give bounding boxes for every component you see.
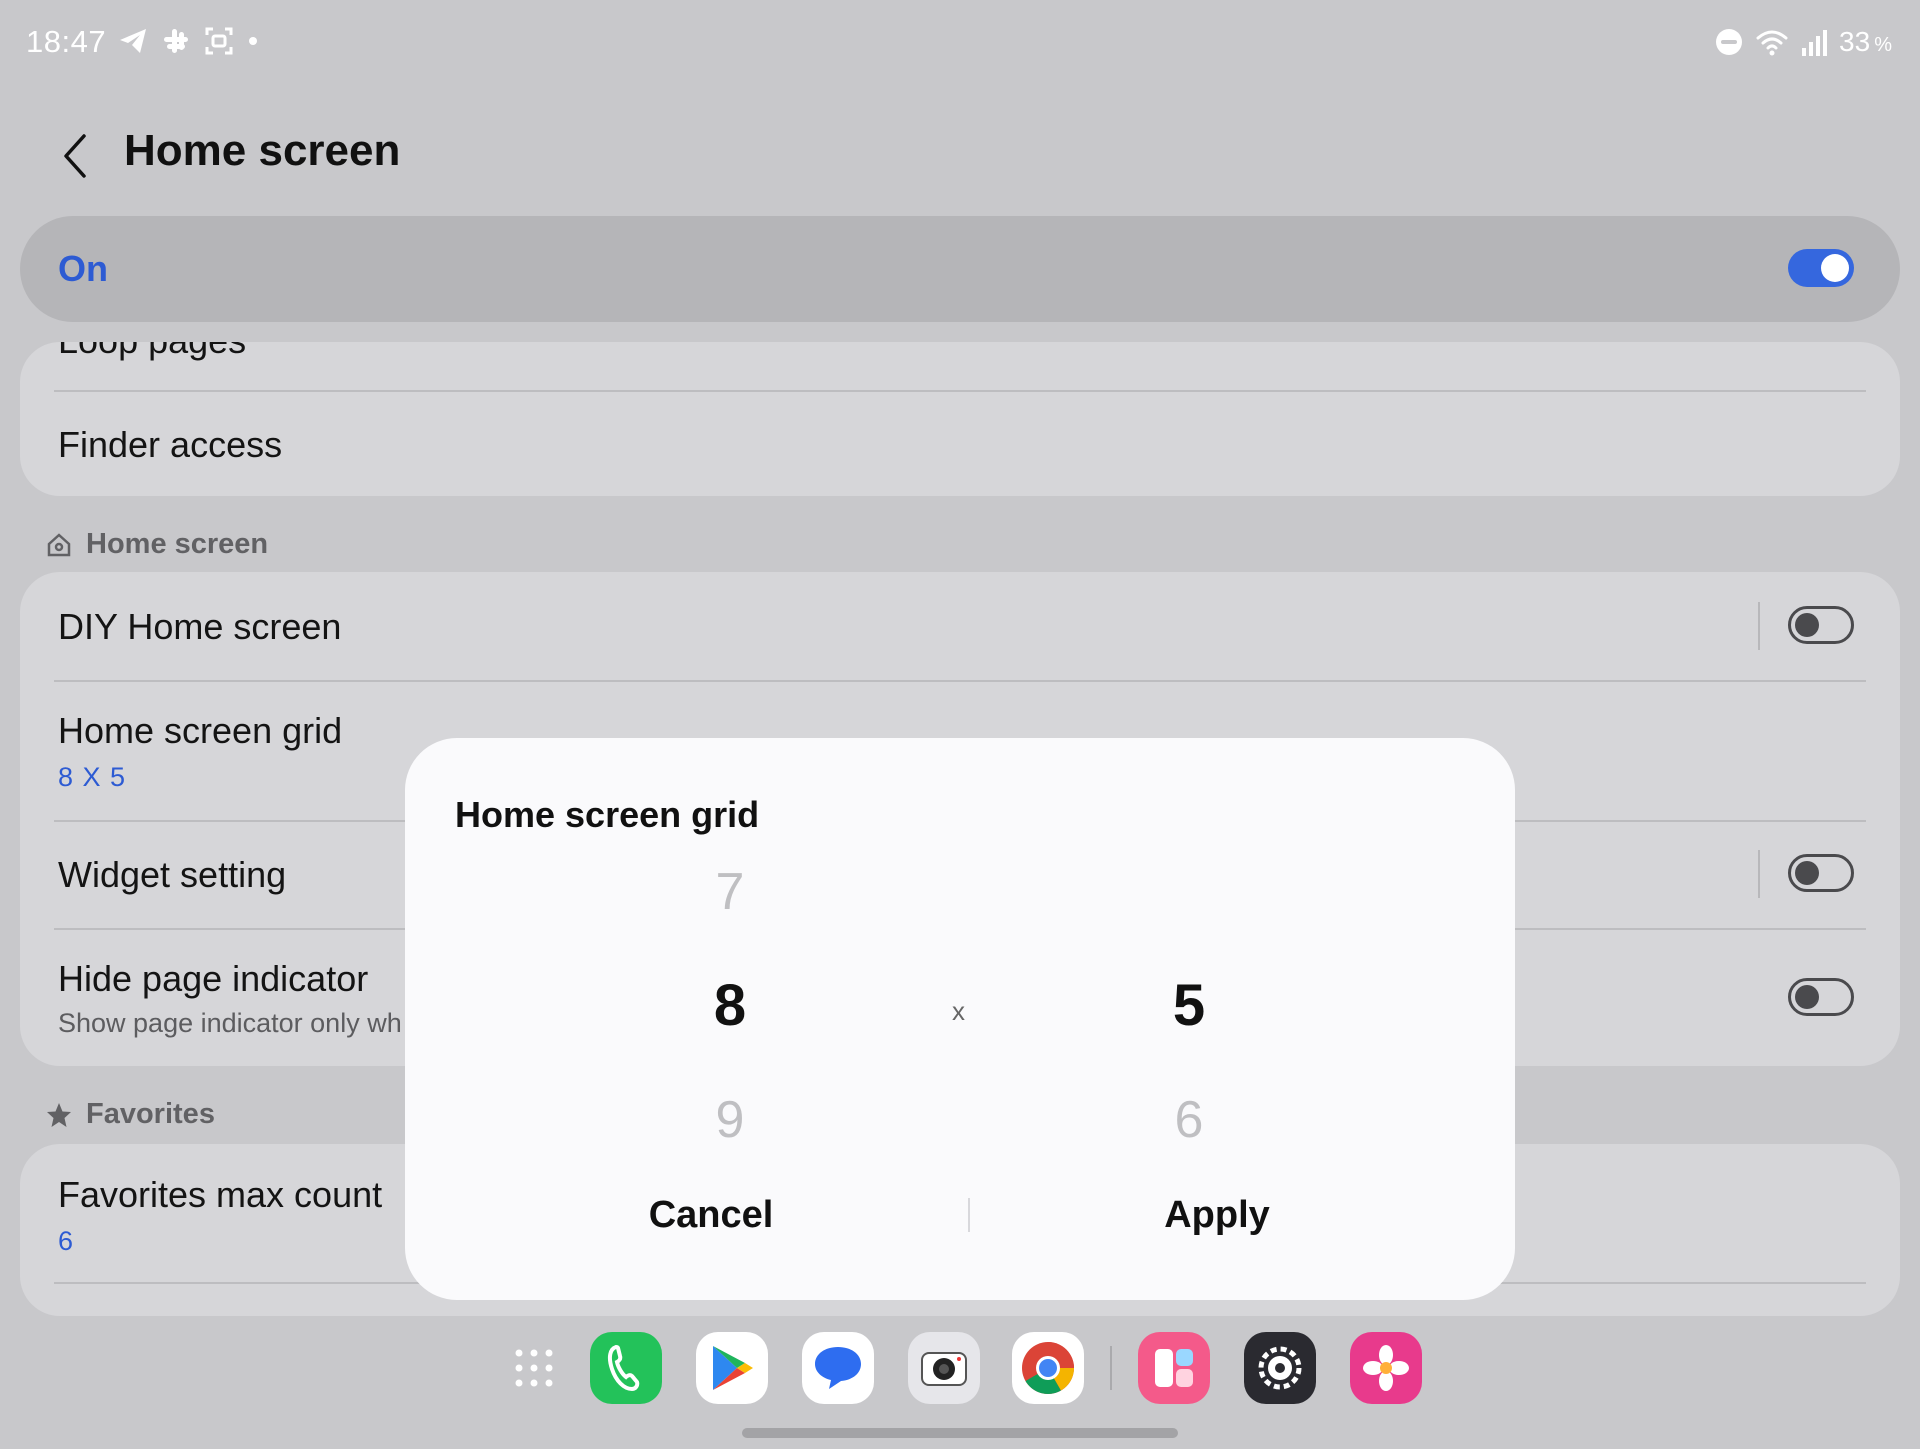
vertical-separator	[1758, 602, 1760, 650]
divider	[54, 680, 1866, 682]
master-switch-bar[interactable]	[20, 216, 1900, 322]
favorites-max-count-value: 6	[58, 1226, 75, 1256]
back-button[interactable]	[50, 128, 100, 184]
rows-picker-prev[interactable]: 7	[670, 862, 790, 922]
loop-pages-label[interactable]: Loop pages	[58, 342, 246, 362]
hide-page-indicator-desc: Show page indicator only wh	[58, 1008, 402, 1038]
wifi-icon	[1756, 30, 1788, 56]
status-icons-right: 33%	[1715, 26, 1892, 58]
vertical-separator	[1758, 850, 1760, 898]
camera-icon[interactable]	[908, 1332, 980, 1404]
diy-home-toggle[interactable]	[1788, 606, 1854, 644]
chevron-left-icon	[64, 134, 86, 178]
dialog-button-separator	[968, 1198, 970, 1232]
chrome-icon[interactable]	[1012, 1332, 1084, 1404]
rows-picker-selected[interactable]: 8	[670, 972, 790, 1039]
widget-setting-toggle[interactable]	[1788, 854, 1854, 892]
home-screen-grid-value: 8 X 5	[58, 762, 127, 792]
general-card: Loop pages Finder access	[20, 342, 1900, 496]
section-header-home: Home screen	[46, 528, 268, 561]
phone-handset-icon	[607, 1344, 640, 1392]
multi-window-icon[interactable]	[1138, 1332, 1210, 1404]
divider	[54, 390, 1866, 392]
diy-home-screen-item[interactable]: DIY Home screen	[58, 606, 341, 648]
apply-button[interactable]: Apply	[1067, 1194, 1367, 1237]
dot-icon	[249, 37, 257, 45]
master-switch-label: On	[58, 248, 108, 289]
cols-picker-next[interactable]: 6	[1129, 1090, 1249, 1150]
section-header-favorites: Favorites	[46, 1098, 215, 1131]
page-title: Home screen	[124, 126, 401, 175]
widget-setting-item[interactable]: Widget setting	[58, 854, 286, 896]
hide-page-indicator-toggle[interactable]	[1788, 978, 1854, 1016]
master-toggle[interactable]	[1788, 249, 1854, 287]
phone-icon[interactable]	[590, 1332, 662, 1404]
signal-icon	[1802, 30, 1828, 56]
cancel-button[interactable]: Cancel	[561, 1194, 861, 1237]
section-title-home: Home screen	[86, 528, 269, 560]
screenshot-icon	[205, 27, 233, 55]
settings-icon[interactable]	[1244, 1332, 1316, 1404]
gallery-icon[interactable]	[1350, 1332, 1422, 1404]
cols-picker-selected[interactable]: 5	[1129, 972, 1249, 1039]
dnd-icon	[1716, 29, 1743, 55]
favorites-max-count-item[interactable]: Favorites max count	[58, 1174, 382, 1216]
hide-page-indicator-item[interactable]: Hide page indicator	[58, 958, 368, 1000]
gesture-home-bar[interactable]	[742, 1428, 1178, 1438]
grid-separator-x: x	[952, 996, 965, 1026]
status-icons-left	[118, 26, 258, 56]
messages-icon[interactable]	[802, 1332, 874, 1404]
section-title-favorites: Favorites	[86, 1098, 215, 1130]
battery-percent: 33%	[1839, 26, 1892, 57]
app-drawer-icon[interactable]	[512, 1346, 556, 1395]
slack-icon	[164, 29, 188, 53]
home-icon	[47, 532, 71, 556]
dialog-title: Home screen grid	[455, 794, 760, 835]
dock-divider	[1110, 1346, 1112, 1390]
home-screen-grid-item[interactable]: Home screen grid	[58, 710, 342, 752]
star-icon	[47, 1102, 71, 1127]
telegram-icon	[120, 29, 146, 53]
play-store-icon[interactable]	[696, 1332, 768, 1404]
rows-picker-next[interactable]: 9	[670, 1090, 790, 1150]
status-time: 18:47	[26, 24, 107, 59]
finder-access-item[interactable]: Finder access	[58, 424, 282, 466]
